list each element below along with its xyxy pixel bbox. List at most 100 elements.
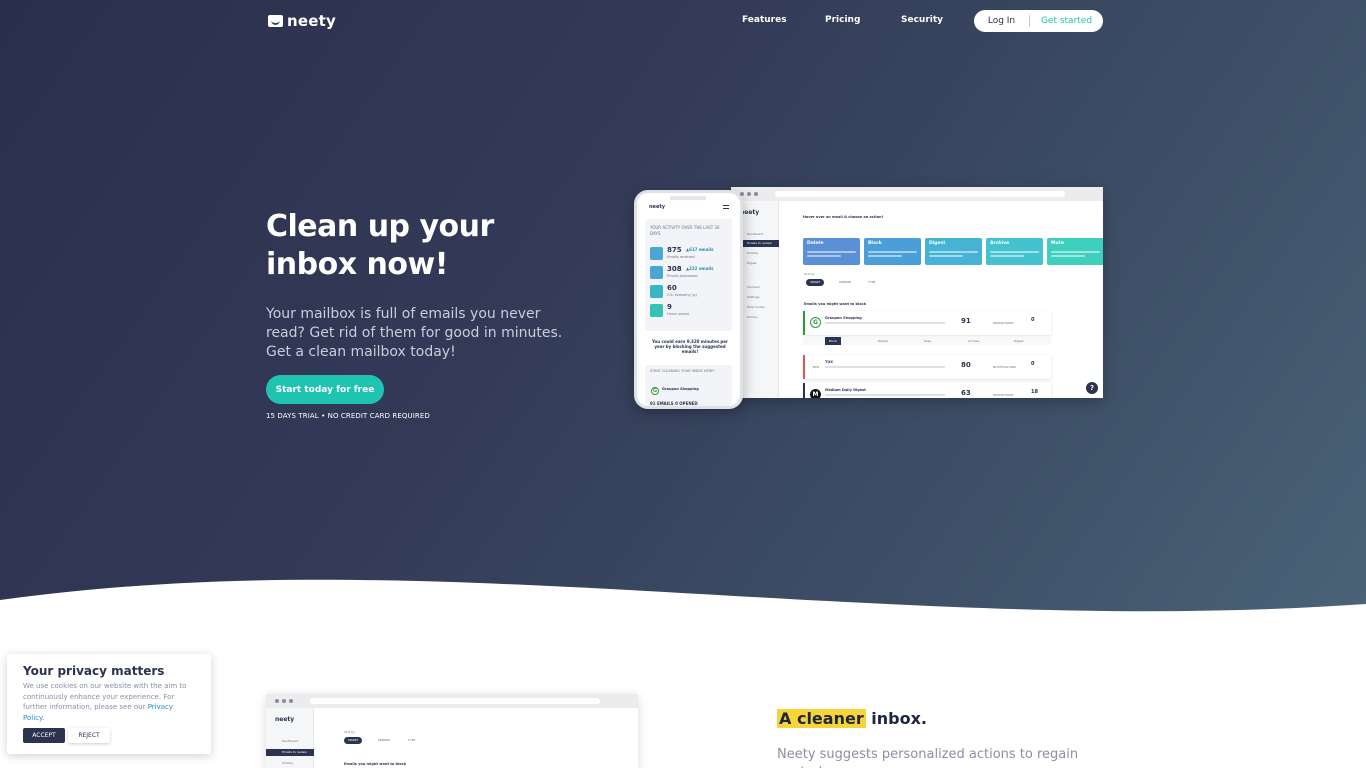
stat-label: Emails processed — [667, 274, 698, 278]
activity-stat: 308 ▲222 emails Emails processed — [650, 264, 730, 281]
nav-security-link[interactable]: Security — [901, 15, 943, 25]
hero-subtitle: Your mailbox is full of emails you never… — [266, 306, 563, 360]
stat-number: 9 — [667, 303, 672, 311]
activity-header: YOUR ACTIVITY OVER THE LAST 30 DAYS — [650, 225, 720, 236]
sender-avatar: M — [810, 389, 821, 398]
mock-sidebar-item: Dashboard — [282, 739, 299, 743]
start-sender: Groupon Shopping — [662, 387, 699, 391]
mock-sidebar: neety Dashboard Emails to review Activit… — [266, 708, 314, 768]
url-bar — [310, 698, 600, 704]
reject-cookies-button[interactable]: REJECT — [68, 728, 110, 743]
row-color-bar — [803, 383, 805, 398]
mock-type-tag: PROMOTIONS — [993, 321, 1014, 325]
savings-note: You could earn 9,320 minutes per year by… — [652, 339, 728, 354]
placeholder-line — [929, 255, 964, 257]
phone-notch — [670, 196, 706, 200]
hamburger-menu-icon — [723, 205, 729, 209]
mock-row-action: Archive — [968, 339, 980, 343]
mock-action-label: Mute — [1051, 241, 1064, 246]
inbox-icon — [650, 266, 663, 279]
cookie-banner: Your privacy matters We use cookies on o… — [7, 654, 211, 754]
placeholder-line — [990, 255, 1025, 257]
mock-action-block: Block — [864, 238, 921, 265]
mock-prompt: Hover over an email & choose an action! — [803, 215, 884, 219]
phone-app-mockup: neety YOUR ACTIVITY OVER THE LAST 30 DAY… — [634, 190, 743, 409]
mock-opened-count: 0 — [1031, 317, 1035, 323]
browser-bar — [731, 187, 1103, 201]
placeholder-line — [1051, 251, 1100, 253]
wave-divider — [0, 579, 1366, 640]
start-free-button[interactable]: Start today for free — [266, 375, 384, 404]
groupon-avatar: G — [651, 387, 659, 395]
brand-name: neety — [287, 12, 336, 30]
placeholder-line — [868, 251, 917, 253]
snippet-line — [825, 322, 945, 324]
activity-stat: 60 CO₂ economy (g) — [650, 283, 730, 300]
mock-action-label: Digest — [929, 241, 946, 246]
mock-email-count: 80 — [961, 361, 971, 369]
stat-label: Emails received — [667, 255, 695, 259]
window-dot — [275, 699, 279, 703]
section-title: A cleaner inbox. — [777, 709, 927, 728]
mock-section-label: Emails you might want to block — [344, 762, 407, 766]
mock-action-label: Block — [868, 241, 882, 246]
mock-sort-chip: TYPE — [868, 280, 876, 284]
get-started-button[interactable]: Get started — [1030, 16, 1103, 26]
mail-icon — [650, 247, 663, 260]
mock-section-label: Emails you might want to block — [804, 302, 867, 306]
clock-icon — [650, 304, 663, 317]
stat-delta: ▲617 emails — [686, 247, 714, 252]
mock-sort-chip: TYPE — [408, 738, 416, 742]
snippet-line — [825, 366, 945, 368]
mock-row-action: Digest — [1014, 339, 1024, 343]
start-cleaning-card: START CLEANING YOUR INBOX HERE! G Groupo… — [645, 365, 732, 406]
mock-row-action: Delete — [878, 339, 888, 343]
mock-sort-chip: SENDER — [378, 738, 391, 742]
activity-stat: 875 ▲617 emails Emails received — [650, 245, 730, 262]
mock-row-actions: Block Delete Keep Archive Digest — [803, 337, 1051, 345]
mock-logo: neety — [275, 716, 295, 723]
window-dot — [282, 699, 286, 703]
cookie-buttons: ACCEPT REJECT — [23, 728, 110, 743]
mock-type-tag: NOTIFICATIONS — [993, 365, 1017, 369]
mock-type-tag: PROMOTIONS — [993, 393, 1014, 397]
mock-sidebar-item-active: Emails to review — [266, 749, 314, 756]
section-title-highlight: A cleaner — [777, 709, 866, 728]
mock-action-delete: Delete — [803, 238, 860, 265]
mock-row-action: Block — [825, 337, 842, 345]
logo-icon — [268, 15, 283, 27]
window-dot — [747, 192, 751, 196]
nav-pricing-link[interactable]: Pricing — [825, 15, 860, 25]
nav-features-link[interactable]: Features — [742, 15, 787, 25]
stat-label: Hours saved — [667, 312, 689, 316]
stat-delta: ▲222 emails — [686, 266, 714, 271]
mock-sort-chip: SMART — [344, 737, 363, 744]
cookie-text-end: . — [42, 713, 45, 722]
stat-number: 60 — [667, 284, 677, 292]
mock-action-label: Archive — [990, 241, 1010, 246]
placeholder-line — [1051, 255, 1086, 257]
brand-logo[interactable]: neety — [268, 12, 336, 30]
mock-sort-label: Sort by — [804, 272, 815, 276]
mock-mail-row: G Groupon Shopping 91 PROMOTIONS 0 — [803, 311, 1051, 335]
mock-sender: TUX — [825, 360, 833, 364]
cookie-title: Your privacy matters — [23, 664, 165, 678]
desktop-app-mockup: neety Dashboard Emails to review Activit… — [731, 187, 1103, 398]
mock-main: Hover over an email & choose an action! … — [789, 201, 1103, 398]
mock-sort-chip: SENDER — [839, 280, 852, 284]
mock-sort-label: Sort by — [344, 730, 355, 734]
help-icon[interactable]: ? — [1086, 382, 1098, 394]
leaf-icon — [650, 285, 663, 298]
activity-card: YOUR ACTIVITY OVER THE LAST 30 DAYS 875 … — [645, 219, 732, 331]
window-dot — [754, 192, 758, 196]
row-color-bar — [803, 355, 805, 379]
mock-mail-row: M Medium Daily Digest 63 PROMOTIONS 18 — [803, 383, 1051, 398]
section-title-rest: inbox. — [865, 709, 927, 728]
login-button[interactable]: Log In — [974, 16, 1029, 26]
accept-cookies-button[interactable]: ACCEPT — [23, 728, 65, 743]
placeholder-line — [929, 251, 978, 253]
mock-email-count: 91 — [961, 317, 971, 325]
sender-avatar: G — [810, 317, 821, 328]
desktop-app-mockup-2: neety Dashboard Emails to review Activit… — [266, 694, 638, 768]
auth-pill: Log In Get started — [974, 10, 1103, 32]
